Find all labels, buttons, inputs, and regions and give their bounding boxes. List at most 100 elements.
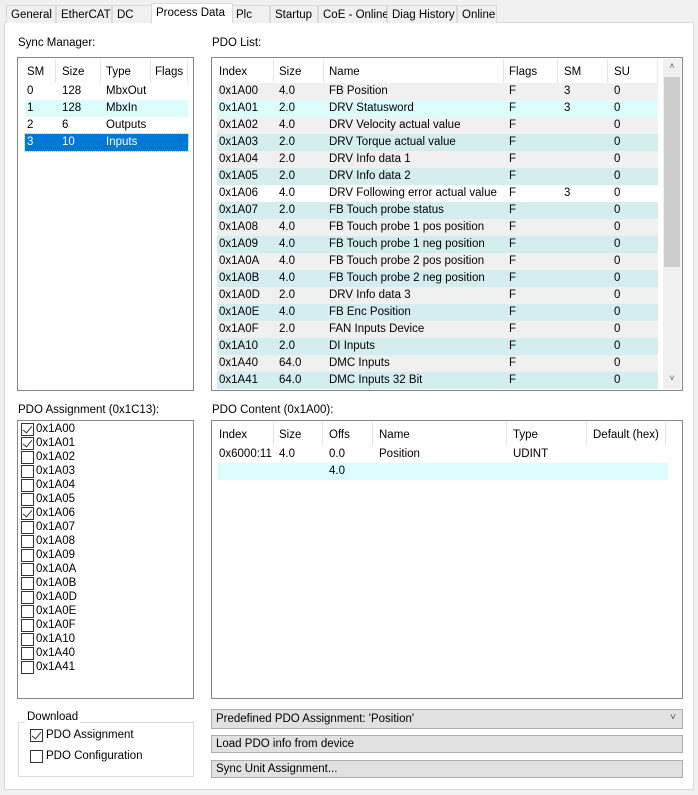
pdo-assignment-download-checkbox[interactable]	[30, 729, 43, 742]
tab-startup[interactable]: Startup	[270, 5, 318, 23]
pdo-list-row[interactable]: 0x1A05 2.0 DRV Info data 2 F 0	[217, 168, 658, 185]
pdo-list-cell: DRV Info data 3	[329, 289, 411, 301]
pdo-list-column-header[interactable]: SM	[564, 59, 581, 83]
pdo-list-cell: F	[509, 119, 517, 131]
sync-manager-row[interactable]: 3 10 Inputs	[24, 133, 189, 152]
tab-online[interactable]: Online	[457, 5, 497, 23]
pdo-list-row[interactable]: 0x1A08 4.0 FB Touch probe 1 pos position F 0	[217, 219, 658, 236]
pdo-list-cell: 0	[614, 187, 621, 199]
pdo-list-cell: F	[509, 357, 517, 369]
pdo-list-row[interactable]: 0x1A0D 2.0 DRV Info data 3 F 0	[217, 287, 658, 304]
pdo-list-row[interactable]: 0x1A07 2.0 FB Touch probe status F 0	[217, 202, 658, 219]
pdo-assignment-checkbox[interactable]	[21, 493, 34, 506]
sync-manager-column-header[interactable]: SM	[27, 59, 44, 83]
pdo-configuration-download-checkbox[interactable]	[30, 750, 43, 763]
pdo-list-cell: 0	[614, 289, 621, 301]
pdo-assignment-checkbox[interactable]	[21, 591, 34, 604]
pdo-assignment-checkbox[interactable]	[21, 451, 34, 464]
load-pdo-info-button[interactable]: Load PDO info from device	[211, 735, 683, 753]
sync-manager-label: Sync Manager:	[18, 37, 96, 49]
pdo-assignment-list[interactable]: 0x1A00 0x1A01 0x1A02 0x1A03 0x1A04 0x1A05 0x1A…	[17, 420, 194, 699]
tab-coe-online[interactable]: CoE - Online	[318, 5, 389, 23]
sync-manager-column-header[interactable]: Type	[106, 59, 131, 83]
pdo-assignment-checkbox[interactable]	[21, 465, 34, 478]
pdo-list-column-header[interactable]: Flags	[509, 59, 537, 83]
scroll-down-icon[interactable]: ˅	[663, 373, 681, 387]
pdo-assignment-checkbox[interactable]	[21, 661, 34, 674]
pdo-assignment-checkbox[interactable]	[21, 423, 34, 436]
pdo-list-cell: 0x1A03	[219, 136, 259, 148]
tab-plc[interactable]: Plc	[231, 5, 270, 23]
pdo-assignment-checkbox[interactable]	[21, 479, 34, 492]
pdo-assignment-checkbox[interactable]	[21, 535, 34, 548]
tab-diag-history[interactable]: Diag History	[387, 5, 457, 23]
pdo-assignment-checkbox[interactable]	[21, 437, 34, 450]
pdo-content-list[interactable]: Index Size Offs Name Type Default (hex) 0x6000…	[211, 420, 683, 699]
pdo-list-row[interactable]: 0x1A0F 2.0 FAN Inputs Device F 0	[217, 321, 658, 338]
pdo-assignment-item-label: 0x1A0F	[36, 619, 76, 631]
sync-unit-assignment-button[interactable]: Sync Unit Assignment...	[211, 760, 683, 778]
pdo-content-row[interactable]: 4.0	[217, 463, 668, 480]
pdo-list-cell: 0x1A10	[219, 340, 259, 352]
scroll-up-icon[interactable]: ˄	[663, 61, 681, 75]
sync-manager-column-header[interactable]: Flags	[155, 59, 183, 83]
pdo-list-row[interactable]: 0x1A00 4.0 FB Position F 3 0	[217, 83, 658, 100]
sync-manager-row[interactable]: 1 128 MbxIn	[25, 100, 188, 117]
pdo-assignment-checkbox[interactable]	[21, 521, 34, 534]
tab-general[interactable]: General	[6, 5, 56, 23]
pdo-list-row[interactable]: 0x1A06 4.0 DRV Following error actual valu…	[217, 185, 658, 202]
sync-manager-row[interactable]: 0 128 MbxOut	[25, 83, 188, 100]
pdo-list-row[interactable]: 0x1A41 64.0 DMC Inputs 32 Bit F 0	[217, 372, 658, 389]
pdo-list-row[interactable]: 0x1A0B 4.0 FB Touch probe 2 neg position F 0	[217, 270, 658, 287]
pdo-assignment-checkbox[interactable]	[21, 605, 34, 618]
pdo-list-row[interactable]: 0x1A01 2.0 DRV Statusword F 3 0	[217, 100, 658, 117]
sync-manager-cell: 128	[62, 102, 82, 114]
pdo-assignment-checkbox[interactable]	[21, 577, 34, 590]
pdo-content-row[interactable]: 0x6000:11 4.0 0.0 Position UDINT	[217, 446, 668, 463]
pdo-list-row[interactable]: 0x1A03 2.0 DRV Torque actual value F 0	[217, 134, 658, 151]
pdo-assignment-checkbox[interactable]	[21, 549, 34, 562]
pdo-list-scrollbar[interactable]: ˄ ˅	[663, 59, 681, 389]
predefined-pdo-assignment-combo[interactable]: Predefined PDO Assignment: 'Position' ˅	[211, 709, 683, 729]
pdo-assignment-item-label: 0x1A05	[36, 493, 76, 505]
pdo-assignment-checkbox[interactable]	[21, 563, 34, 576]
pdo-content-column-header[interactable]: Default (hex)	[593, 422, 659, 446]
pdo-list-row[interactable]: 0x1A02 4.0 DRV Velocity actual value F 0	[217, 117, 658, 134]
pdo-content-column-header[interactable]: Offs	[329, 422, 350, 446]
pdo-list[interactable]: ˄ ˅ Index Size Name Flags SM SU 0x1A00 4.0 FB Po…	[211, 57, 683, 391]
pdo-assignment-checkbox[interactable]	[21, 633, 34, 646]
pdo-assignment-item-label: 0x1A00	[36, 423, 76, 435]
pdo-content-cell: 4.0	[329, 465, 345, 477]
scrollbar-thumb[interactable]	[664, 77, 680, 267]
tab-dc[interactable]: DC	[112, 5, 153, 23]
pdo-list-column-header[interactable]: Index	[219, 59, 247, 83]
pdo-list-row[interactable]: 0x1A09 4.0 FB Touch probe 1 neg position F 0	[217, 236, 658, 253]
pdo-list-column-header[interactable]: SU	[614, 59, 630, 83]
pdo-list-row[interactable]: 0x1A40 64.0 DMC Inputs F 0	[217, 355, 658, 372]
pdo-list-row[interactable]: 0x1A10 2.0 DI Inputs F 0	[217, 338, 658, 355]
pdo-assignment-item-label: 0x1A01	[36, 437, 76, 449]
pdo-content-column-header[interactable]: Type	[513, 422, 538, 446]
sync-manager-list[interactable]: SM Size Type Flags 0 128 MbxOut 1 128 MbxIn 2 6 Outp…	[17, 57, 194, 391]
pdo-list-column-header[interactable]: Size	[279, 59, 301, 83]
pdo-list-cell: 0	[614, 85, 621, 97]
pdo-list-row[interactable]: 0x1A0E 4.0 FB Enc Position F 0	[217, 304, 658, 321]
sync-manager-column-header[interactable]: Size	[62, 59, 84, 83]
pdo-list-column-header[interactable]: Name	[329, 59, 360, 83]
pdo-list-row[interactable]: 0x1A0A 4.0 FB Touch probe 2 pos position F 0	[217, 253, 658, 270]
pdo-list-cell: 0	[614, 136, 621, 148]
pdo-content-cell: 0.0	[329, 448, 345, 460]
pdo-list-cell: F	[509, 255, 517, 267]
pdo-assignment-checkbox[interactable]	[21, 619, 34, 632]
pdo-content-column-header[interactable]: Size	[279, 422, 301, 446]
pdo-assignment-checkbox[interactable]	[21, 647, 34, 660]
sync-manager-row[interactable]: 2 6 Outputs	[25, 117, 188, 134]
pdo-list-cell: DRV Velocity actual value	[329, 119, 461, 131]
pdo-content-column-header[interactable]: Index	[219, 422, 247, 446]
pdo-configuration-download-label: PDO Configuration	[46, 750, 143, 762]
tab-process-data[interactable]: Process Data	[151, 3, 233, 23]
pdo-assignment-checkbox[interactable]	[21, 507, 34, 520]
pdo-list-row[interactable]: 0x1A04 2.0 DRV Info data 1 F 0	[217, 151, 658, 168]
pdo-content-column-header[interactable]: Name	[379, 422, 410, 446]
tab-ethercat[interactable]: EtherCAT	[56, 5, 112, 23]
